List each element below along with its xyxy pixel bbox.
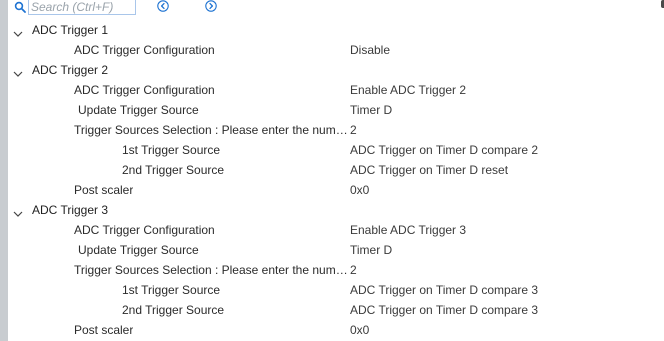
chevron-down-icon[interactable] (13, 205, 23, 217)
param-name: 1st Trigger Source (122, 283, 221, 297)
group-label: ADC Trigger 1 (32, 23, 109, 37)
param-value[interactable]: ADC Trigger on Timer D compare 3 (350, 300, 538, 320)
chevron-down-icon[interactable] (13, 25, 23, 37)
param-value[interactable]: Enable ADC Trigger 2 (350, 80, 466, 100)
param-name: Trigger Sources Selection : Please enter… (74, 123, 350, 137)
group-label: ADC Trigger 2 (32, 63, 109, 77)
circle-chevron-left-icon[interactable] (157, 0, 169, 12)
param-row[interactable]: 2nd Trigger Source ADC Trigger on Timer … (8, 300, 658, 320)
group-row-adc-trigger-3[interactable]: ADC Trigger 3 (8, 200, 658, 220)
param-row[interactable]: ADC Trigger Configuration Enable ADC Tri… (8, 220, 658, 240)
param-value[interactable]: Disable (350, 40, 390, 60)
param-name: Post scaler (74, 323, 134, 337)
chevron-down-icon[interactable] (13, 65, 23, 77)
param-name: Post scaler (74, 183, 134, 197)
param-row[interactable]: Post scaler 0x0 (8, 180, 658, 200)
search-input[interactable] (28, 0, 136, 15)
circle-chevron-right-icon[interactable] (205, 0, 217, 12)
param-row[interactable]: Update Trigger Source Timer D (8, 100, 658, 120)
param-name: ADC Trigger Configuration (74, 223, 215, 237)
param-row[interactable]: Post scaler 0x0 (8, 320, 658, 340)
param-row[interactable]: Trigger Sources Selection : Please enter… (8, 260, 658, 280)
param-row[interactable]: Update Trigger Source Timer D (8, 240, 658, 260)
param-value[interactable]: ADC Trigger on Timer D reset (350, 160, 508, 180)
param-value[interactable]: Timer D (350, 240, 392, 260)
param-name: ADC Trigger Configuration (74, 83, 215, 97)
param-name: 2nd Trigger Source (122, 303, 225, 317)
param-row[interactable]: ADC Trigger Configuration Disable (8, 40, 658, 60)
param-value[interactable]: ADC Trigger on Timer D compare 2 (350, 140, 538, 160)
search-icon[interactable] (14, 1, 26, 13)
param-row[interactable]: Trigger Sources Selection : Please enter… (8, 120, 658, 140)
param-row[interactable]: ADC Trigger Configuration Enable ADC Tri… (8, 80, 658, 100)
param-value[interactable]: 2 (350, 260, 357, 280)
group-label: ADC Trigger 3 (32, 203, 109, 217)
param-name: 1st Trigger Source (122, 143, 221, 157)
param-name: ADC Trigger Configuration (74, 43, 215, 57)
parameter-settings-panel: ADC Trigger 1 ADC Trigger Configuration … (0, 0, 664, 341)
param-value[interactable]: 0x0 (350, 320, 369, 340)
panel-left-border (0, 0, 8, 341)
group-row-adc-trigger-2[interactable]: ADC Trigger 2 (8, 60, 658, 80)
param-name: Update Trigger Source (78, 103, 199, 117)
param-value[interactable]: 0x0 (350, 180, 369, 200)
param-row[interactable]: 1st Trigger Source ADC Trigger on Timer … (8, 140, 658, 160)
parameter-tree: ADC Trigger 1 ADC Trigger Configuration … (8, 20, 658, 340)
param-row[interactable]: 1st Trigger Source ADC Trigger on Timer … (8, 280, 658, 300)
param-value[interactable]: 2 (350, 120, 357, 140)
param-name: Trigger Sources Selection : Please enter… (74, 263, 350, 277)
param-value[interactable]: ADC Trigger on Timer D compare 3 (350, 280, 538, 300)
param-value[interactable]: Timer D (350, 100, 392, 120)
param-row[interactable]: 2nd Trigger Source ADC Trigger on Timer … (8, 160, 658, 180)
search-toolbar (8, 0, 658, 18)
param-name: Update Trigger Source (78, 243, 199, 257)
param-value[interactable]: Enable ADC Trigger 3 (350, 220, 466, 240)
param-name: 2nd Trigger Source (122, 163, 225, 177)
group-row-adc-trigger-1[interactable]: ADC Trigger 1 (8, 20, 658, 40)
